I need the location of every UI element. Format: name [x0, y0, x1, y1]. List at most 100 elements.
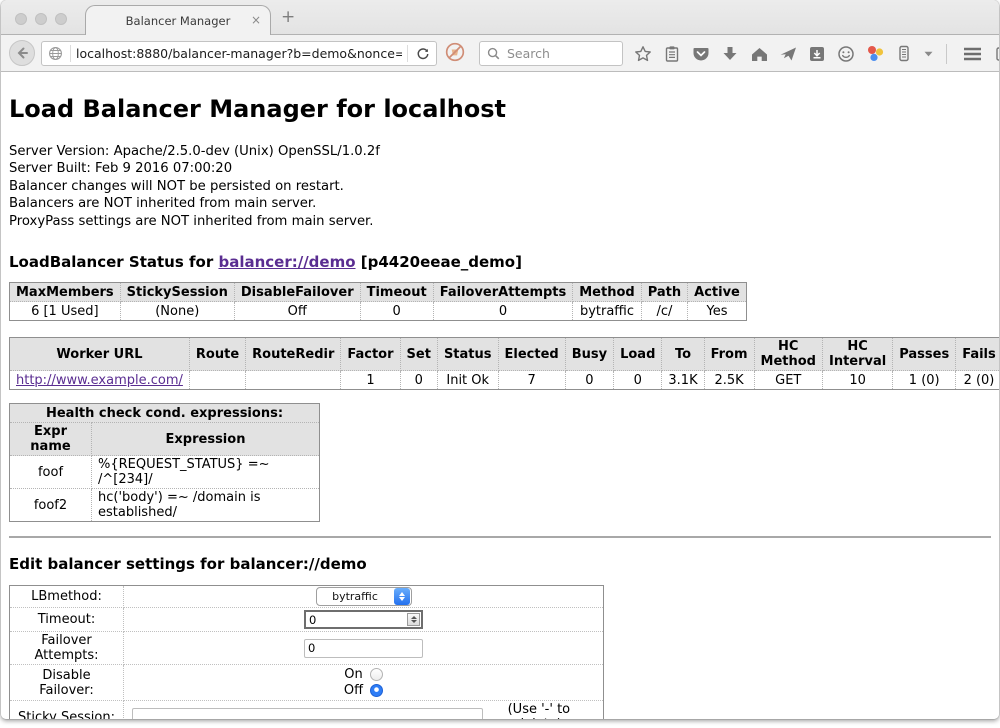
- bookmark-star-icon[interactable]: [633, 44, 653, 64]
- search-bar[interactable]: [479, 41, 623, 66]
- expr-name-cell: foof: [10, 456, 92, 489]
- column-header: Active: [688, 283, 747, 302]
- reading-list-icon[interactable]: [662, 44, 682, 64]
- column-header: Status: [437, 338, 498, 371]
- number-spinner-icon[interactable]: [407, 613, 420, 626]
- save-box-icon[interactable]: [807, 44, 827, 64]
- disable-failover-value-cell: On Off: [124, 665, 604, 701]
- sticky-session-row: Sticky Session: (Use '-' to delete): [10, 701, 604, 719]
- table-cell: 2 (0): [956, 371, 999, 390]
- failover-value-cell: [124, 632, 604, 665]
- menu-hamburger-icon[interactable]: [960, 44, 984, 64]
- url-text[interactable]: localhost:8880/balancer-manager?b=demo&n…: [76, 46, 402, 61]
- column-header: HC Method: [754, 338, 822, 371]
- table-cell: GET: [754, 371, 822, 390]
- timeout-value-cell: 0: [124, 608, 604, 632]
- lbmethod-value-cell: bytraffic: [124, 586, 604, 608]
- column-header: From: [704, 338, 754, 371]
- expr-name-cell: foof2: [10, 489, 92, 522]
- table-cell: Off: [234, 302, 360, 321]
- select-stepper-icon: [394, 588, 410, 605]
- health-table-title: Health check cond. expressions:: [10, 404, 320, 423]
- column-header: DisableFailover: [234, 283, 360, 302]
- content-blocker-icon[interactable]: [445, 42, 465, 62]
- new-tab-button[interactable]: +: [281, 9, 295, 25]
- table-cell: 0: [433, 302, 573, 321]
- column-header: MaxMembers: [10, 283, 121, 302]
- column-header: Fails: [956, 338, 999, 371]
- toolbar-icon-strip: [633, 35, 999, 72]
- persist-notice-line: Balancer changes will NOT be persisted o…: [9, 178, 991, 195]
- column-header: Route: [189, 338, 245, 371]
- status-heading-prefix: LoadBalancer Status for: [9, 253, 218, 271]
- back-icon: [15, 46, 29, 60]
- column-header: Factor: [341, 338, 400, 371]
- lbmethod-select[interactable]: bytraffic: [316, 587, 412, 606]
- zoom-window-button[interactable]: [55, 13, 67, 25]
- table-cell: (None): [120, 302, 234, 321]
- home-icon[interactable]: [749, 44, 769, 64]
- customize-grid-icon[interactable]: [993, 44, 999, 64]
- expr-value-cell: hc('body') =~ /domain is established/: [92, 489, 320, 522]
- container-battery-icon[interactable]: [894, 44, 914, 64]
- sticky-session-input[interactable]: [132, 708, 483, 719]
- column-header: FailoverAttempts: [433, 283, 573, 302]
- status-heading-suffix: [p4420eeae_demo]: [356, 253, 522, 271]
- column-header: Busy: [565, 338, 613, 371]
- table-cell: [189, 371, 245, 390]
- failover-attempts-row: Failover Attempts:: [10, 632, 604, 665]
- failover-attempts-input[interactable]: [304, 639, 423, 658]
- back-button[interactable]: [9, 40, 35, 66]
- worker-header-row: Worker URL Route RouteRedir Factor Set S…: [10, 338, 1000, 371]
- timeout-value: 0: [309, 613, 407, 627]
- table-cell: 0: [400, 371, 437, 390]
- column-header: Expr name: [10, 423, 92, 456]
- expr-value-cell: %{REQUEST_STATUS} =~ /^[234]/: [92, 456, 320, 489]
- send-plane-icon[interactable]: [778, 44, 798, 64]
- close-window-button[interactable]: [15, 13, 27, 25]
- pocket-icon[interactable]: [691, 44, 711, 64]
- balancers-notice-line: Balancers are NOT inherited from main se…: [9, 195, 991, 212]
- tab-balancer-manager[interactable]: Balancer Manager ×: [85, 5, 271, 35]
- dropdown-caret-icon[interactable]: [923, 44, 933, 64]
- health-check-table: Health check cond. expressions: Expr nam…: [9, 403, 320, 522]
- globe-icon[interactable]: [45, 44, 65, 64]
- table-cell: 1: [341, 371, 400, 390]
- navigation-toolbar: localhost:8880/balancer-manager?b=demo&n…: [1, 35, 999, 72]
- timeout-input[interactable]: 0: [304, 610, 423, 629]
- table-cell: Init Ok: [437, 371, 498, 390]
- minimize-window-button[interactable]: [35, 13, 47, 25]
- worker-status-table: Worker URL Route RouteRedir Factor Set S…: [9, 337, 999, 390]
- table-cell: 0: [360, 302, 433, 321]
- column-header: Method: [573, 283, 641, 302]
- color-dots-icon[interactable]: [865, 44, 885, 64]
- column-header: Expression: [92, 423, 320, 456]
- chat-smiley-icon[interactable]: [836, 44, 856, 64]
- sticky-session-hint: (Use '-' to delete): [483, 702, 595, 719]
- disable-failover-label: Disable Failover:: [10, 665, 124, 701]
- url-bar[interactable]: localhost:8880/balancer-manager?b=demo&n…: [41, 41, 437, 66]
- health-expr-row: foof %{REQUEST_STATUS} =~ /^[234]/: [10, 456, 320, 489]
- column-header: HC Interval: [822, 338, 892, 371]
- reload-icon[interactable]: [413, 44, 433, 64]
- column-header: Path: [641, 283, 687, 302]
- server-info: Server Version: Apache/2.5.0-dev (Unix) …: [9, 143, 991, 230]
- worker-url-link[interactable]: http://www.example.com/: [16, 373, 183, 388]
- balancer-demo-link[interactable]: balancer://demo: [218, 253, 355, 271]
- tab-close-icon[interactable]: ×: [251, 13, 261, 27]
- health-expr-row: foof2 hc('body') =~ /domain is establish…: [10, 489, 320, 522]
- radio-on-label: On: [344, 667, 362, 683]
- table-cell: 6 [1 Used]: [10, 302, 121, 321]
- timeout-label: Timeout:: [10, 608, 124, 632]
- column-header: RouteRedir: [246, 338, 341, 371]
- search-input[interactable]: [505, 45, 605, 62]
- radio-off[interactable]: [370, 684, 383, 697]
- table-cell: Yes: [688, 302, 747, 321]
- radio-on[interactable]: [370, 668, 383, 681]
- column-header: Load: [614, 338, 662, 371]
- column-header: Set: [400, 338, 437, 371]
- download-arrow-icon[interactable]: [720, 44, 740, 64]
- search-icon: [486, 47, 500, 61]
- table-cell: 1 (0): [893, 371, 956, 390]
- radio-off-label: Off: [344, 683, 363, 699]
